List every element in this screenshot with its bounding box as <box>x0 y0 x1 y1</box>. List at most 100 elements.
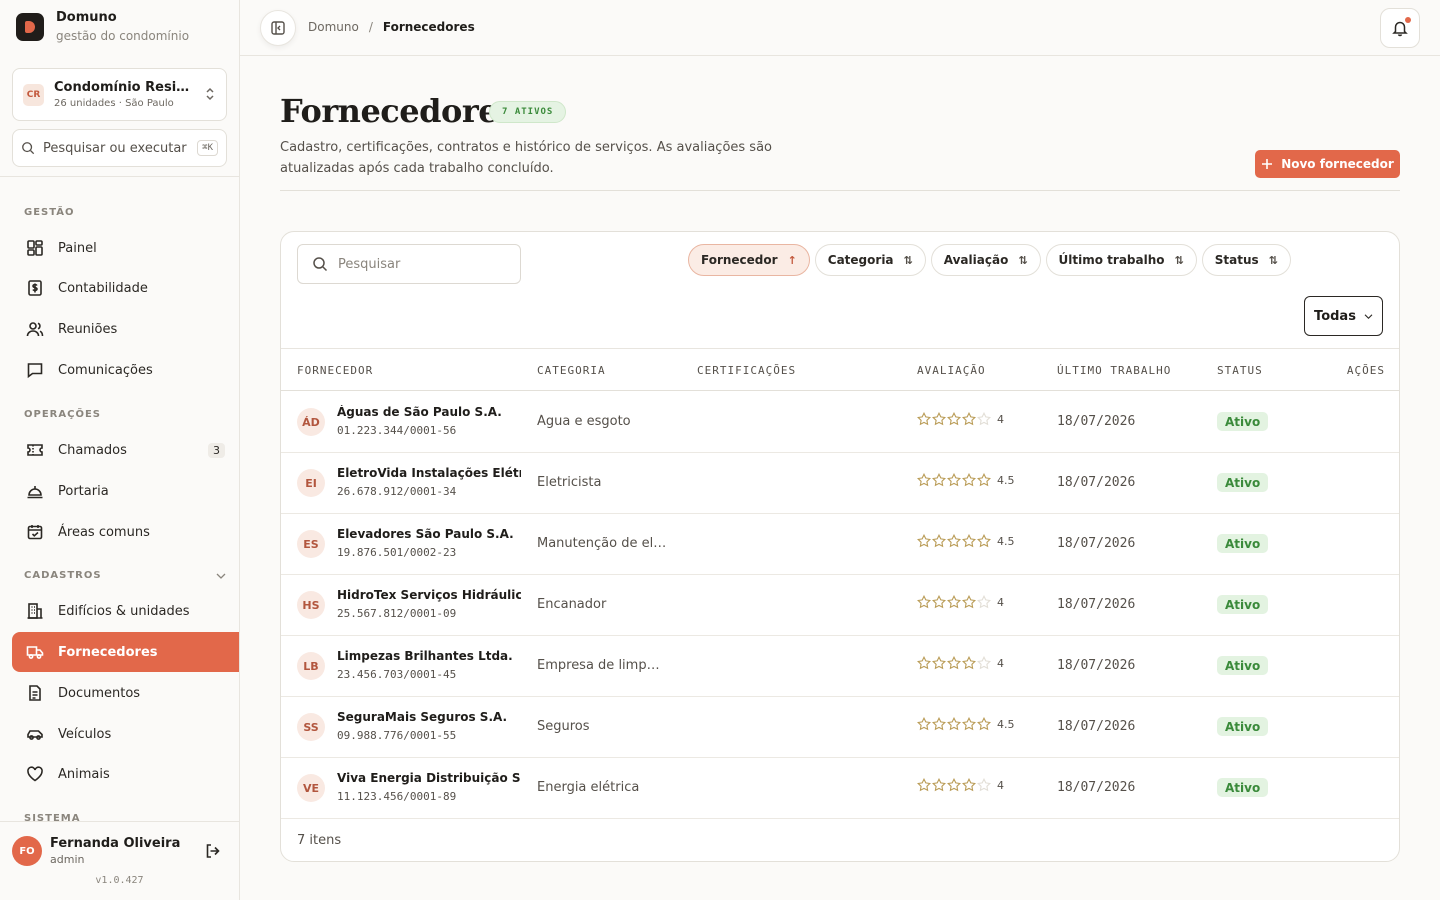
column-header[interactable]: AVALIAÇÃO <box>917 364 986 377</box>
sort-avaliacao-chip[interactable]: Avaliação ⇅ <box>930 244 1041 276</box>
supplier-name[interactable]: Águas de São Paulo S.A. <box>337 405 521 419</box>
column-header[interactable]: CATEGORIA <box>537 364 606 377</box>
brand[interactable]: Domuno gestão do condomínio <box>16 10 189 43</box>
page-title: Fornecedores <box>280 92 516 130</box>
sidebar-item-areas-comuns[interactable]: Áreas comuns <box>12 512 239 552</box>
sidebar-item-painel[interactable]: Painel <box>12 228 239 268</box>
sort-chips: Fornecedor ↑ Categoria ⇅ Avaliação ⇅ Últ… <box>688 244 1291 276</box>
category-filter-select[interactable]: Todas <box>1304 296 1383 336</box>
sidebar-item-portaria[interactable]: Portaria <box>12 471 239 511</box>
section-cadastros[interactable]: CADASTROS <box>0 570 239 581</box>
column-header[interactable]: STATUS <box>1217 364 1263 377</box>
supplier-category: Energia elétrica <box>537 780 640 795</box>
document-icon <box>29 685 41 701</box>
status-badge: Ativo <box>1217 656 1269 675</box>
breadcrumb-root[interactable]: Domuno <box>308 20 359 34</box>
building-icon <box>27 603 43 619</box>
sidebar-item-label: Documentos <box>58 685 141 701</box>
supplier-avatar: ÁD <box>297 408 325 436</box>
sort-label: Último trabalho <box>1058 253 1165 267</box>
sidebar-item-label: Comunicações <box>58 362 153 378</box>
shortcut-badge: ⌘K <box>197 140 218 156</box>
brand-tagline: gestão do condomínio <box>56 29 190 43</box>
star-icon <box>947 656 961 670</box>
supplier-avatar: VE <box>297 774 325 802</box>
star-icon <box>917 656 931 670</box>
table-row[interactable]: LB Limpezas Brilhantes Ltda. 23.456.703/… <box>281 636 1399 697</box>
condo-switcher[interactable]: CR Condomínio Residencial 26 unidades · … <box>12 68 227 121</box>
search-icon <box>313 257 328 272</box>
supplier-name[interactable]: Elevadores São Paulo S.A. <box>337 527 521 541</box>
supplier-name[interactable]: Limpezas Brilhantes Ltda. <box>337 649 521 663</box>
supplier-name[interactable]: EletroVida Instalações Elétricas <box>337 466 521 480</box>
chamados-count-badge: 3 <box>208 442 225 458</box>
supplier-name[interactable]: SeguraMais Seguros S.A. <box>337 710 521 724</box>
star-icon <box>962 473 976 487</box>
sidebar-item-fornecedores[interactable]: Fornecedores <box>12 632 239 672</box>
rating-value: 4 <box>997 595 1004 609</box>
table-row[interactable]: EI EletroVida Instalações Elétricas 26.6… <box>281 453 1399 514</box>
condo-name: Condomínio Residencial <box>54 80 194 95</box>
star-icon <box>962 778 976 792</box>
sidebar-item-veiculos[interactable]: Veículos <box>12 714 239 754</box>
status-badge: Ativo <box>1217 717 1269 736</box>
rating-value: 4 <box>997 778 1004 792</box>
brand-logo <box>16 12 44 41</box>
last-job-date: 18/07/2026 <box>1057 414 1136 429</box>
new-supplier-button[interactable]: Novo fornecedor <box>1255 150 1400 178</box>
car-icon <box>27 730 43 740</box>
sidebar-item-chamados[interactable]: Chamados 3 <box>12 430 239 470</box>
new-supplier-label: Novo fornecedor <box>1281 157 1394 171</box>
sort-ultimo-trabalho-chip[interactable]: Último trabalho ⇅ <box>1045 244 1197 276</box>
rating-value: 4.5 <box>997 534 1015 548</box>
rating-value: 4 <box>997 656 1004 670</box>
table-row[interactable]: SS SeguraMais Seguros S.A. 09.988.776/00… <box>281 697 1399 758</box>
table-row[interactable]: ÁD Águas de São Paulo S.A. 01.223.344/00… <box>281 392 1399 453</box>
star-icon <box>947 534 961 548</box>
command-search[interactable]: Pesquisar ou executar comando ⌘K <box>12 129 227 167</box>
supplier-avatar: ES <box>297 530 325 558</box>
filter-value: Todas <box>1314 308 1356 324</box>
logout-icon[interactable] <box>204 842 222 864</box>
notifications-button[interactable] <box>1380 8 1420 48</box>
sidebar-toggle-button[interactable] <box>260 10 296 46</box>
supplier-category: Seguros <box>537 719 590 734</box>
supplier-name[interactable]: Viva Energia Distribuição S.A. <box>337 771 521 785</box>
sort-arrows-icon: ⇅ <box>1018 253 1028 267</box>
search-placeholder: Pesquisar <box>338 256 401 272</box>
sidebar-item-comunicacoes[interactable]: Comunicações <box>12 350 239 390</box>
rating-stars: 4 <box>917 656 1004 670</box>
column-header[interactable]: FORNECEDOR <box>297 364 373 377</box>
breadcrumb: Domuno / Fornecedores <box>308 20 475 34</box>
sort-fornecedor-chip[interactable]: Fornecedor ↑ <box>688 244 810 276</box>
status-badge: Ativo <box>1217 473 1269 492</box>
supplier-cnpj: 19.876.501/0002-23 <box>337 546 457 559</box>
sidebar-item-animais[interactable]: Animais <box>12 754 239 794</box>
avatar[interactable]: FO <box>12 836 42 866</box>
table-row[interactable]: HS HidroTex Serviços Hidráulicos de 25.5… <box>281 575 1399 636</box>
search-input[interactable]: Pesquisar <box>297 244 521 284</box>
sidebar-item-documentos[interactable]: Documentos <box>12 673 239 713</box>
rating-stars: 4.5 <box>917 534 1015 548</box>
sort-categoria-chip[interactable]: Categoria ⇅ <box>814 244 926 276</box>
sort-status-chip[interactable]: Status ⇅ <box>1201 244 1291 276</box>
sidebar-item-reunioes[interactable]: Reuniões <box>12 309 239 349</box>
status-badge: Ativo <box>1217 412 1269 431</box>
last-job-date: 18/07/2026 <box>1057 719 1136 734</box>
table-row[interactable]: ES Elevadores São Paulo S.A. 19.876.501/… <box>281 514 1399 575</box>
calendar-check-icon <box>27 525 43 540</box>
column-header[interactable]: ÚLTIMO TRABALHO <box>1057 364 1171 377</box>
sidebar-item-edificios[interactable]: Edifícios & unidades <box>12 591 239 631</box>
section-sistema: SISTEMA <box>24 813 81 821</box>
sidebar-item-label: Áreas comuns <box>58 524 150 540</box>
sidebar-item-contabilidade[interactable]: Contabilidade <box>12 268 239 308</box>
user-role: admin <box>50 853 85 866</box>
rating-stars: 4.5 <box>917 717 1015 731</box>
table-row[interactable]: VE Viva Energia Distribuição S.A. 11.123… <box>281 758 1399 819</box>
supplier-name[interactable]: HidroTex Serviços Hidráulicos de <box>337 588 521 602</box>
sidebar-item-label: Painel <box>58 240 97 256</box>
star-icon <box>932 656 946 670</box>
status-badge: Ativo <box>1217 595 1269 614</box>
rating-value: 4 <box>997 412 1004 426</box>
supplier-avatar: LB <box>297 652 325 680</box>
